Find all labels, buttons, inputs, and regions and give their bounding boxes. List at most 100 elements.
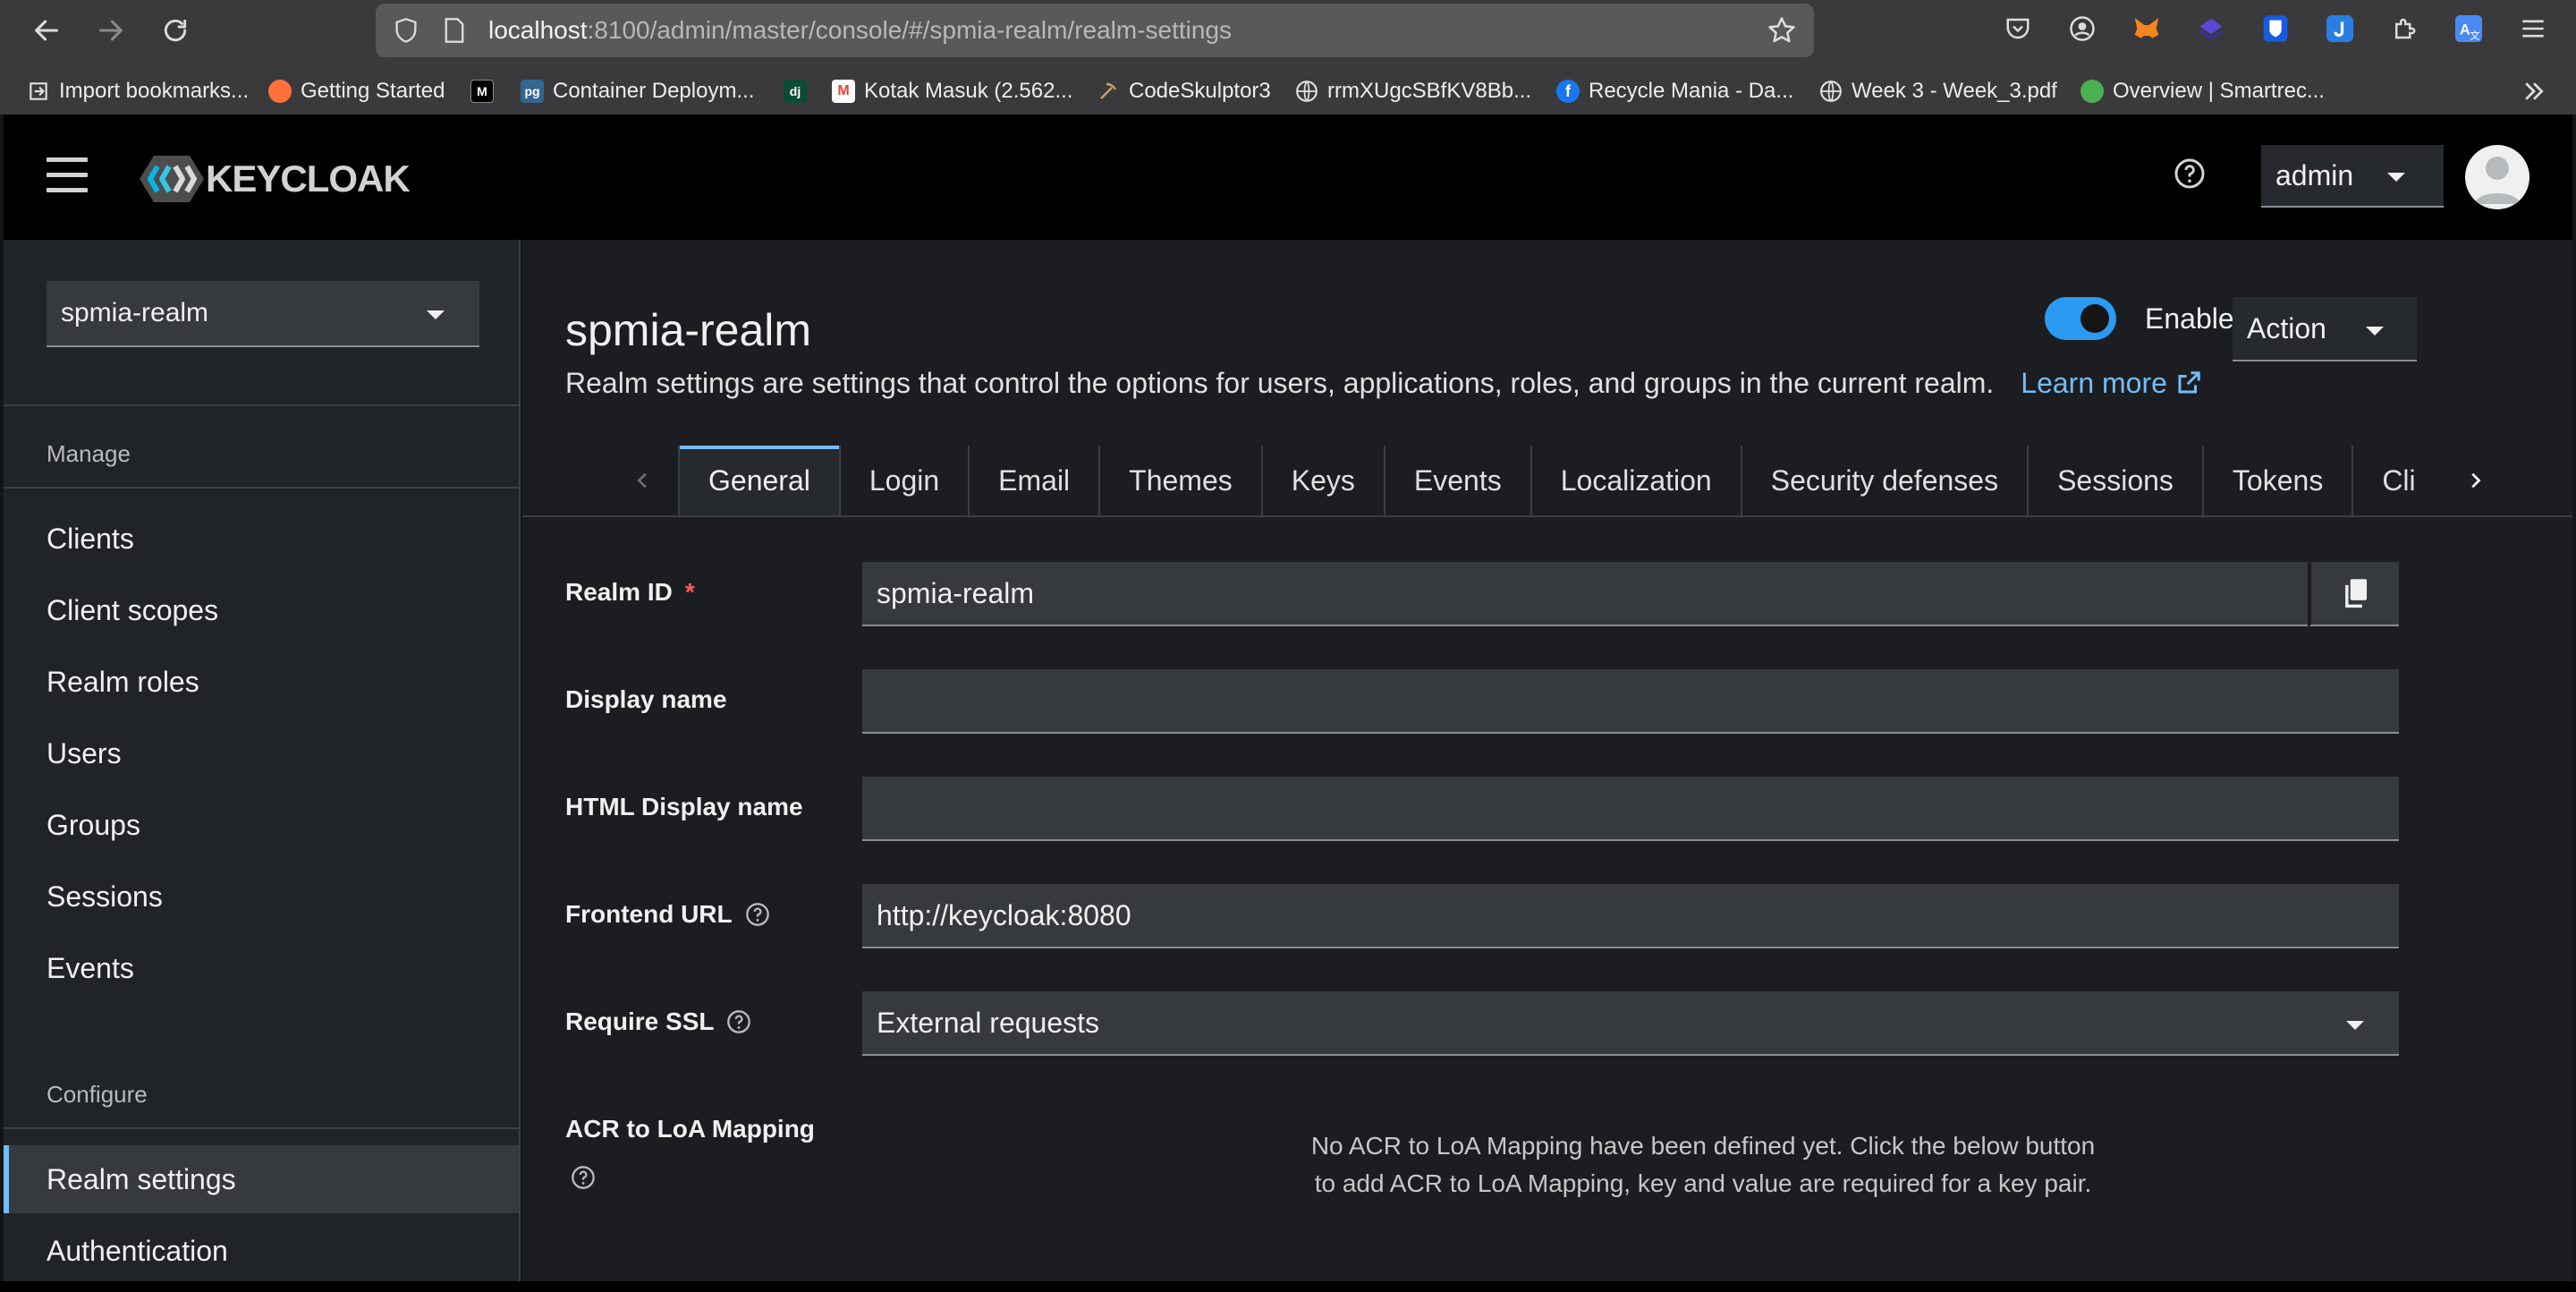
tab-general[interactable]: General bbox=[680, 446, 841, 515]
sidebar: spmia-realm Manage Clients Client scopes… bbox=[4, 240, 521, 1281]
required-marker: * bbox=[684, 578, 695, 606]
more-bookmarks-button[interactable] bbox=[2521, 75, 2547, 107]
scroll-tabs-right-button[interactable] bbox=[2440, 446, 2510, 515]
sidebar-item-client-scopes[interactable]: Client scopes bbox=[4, 576, 519, 644]
sidebar-item-realm-roles[interactable]: Realm roles bbox=[4, 648, 519, 716]
chevron-right-icon bbox=[2471, 472, 2481, 489]
bookmark-star-icon[interactable] bbox=[1766, 14, 1798, 47]
divider bbox=[4, 1127, 519, 1129]
bookmark-item[interactable]: f Recycle Mania - Da... bbox=[1556, 75, 1793, 107]
tabs-bar: General Login Email Themes Keys Events Localiz… bbox=[522, 446, 2572, 517]
globe-icon bbox=[1819, 80, 1843, 103]
arrow-right-icon bbox=[99, 20, 123, 41]
account-icon[interactable] bbox=[2066, 13, 2098, 45]
back-button[interactable] bbox=[25, 9, 68, 52]
bookmark-item[interactable]: dj bbox=[784, 75, 816, 107]
help-circle-icon[interactable] bbox=[745, 902, 770, 927]
sidebar-item-clients[interactable]: Clients bbox=[4, 505, 519, 573]
bookmark-item[interactable]: CodeSkulptor3 bbox=[1097, 75, 1271, 107]
browser-toolbar: localhost:8100/admin/master/console/#/sp… bbox=[0, 0, 2576, 115]
page-icon[interactable] bbox=[438, 14, 470, 47]
sidebar-item-sessions[interactable]: Sessions bbox=[4, 863, 519, 931]
learn-more-link[interactable]: Learn more bbox=[2021, 367, 2202, 399]
tab-security-defenses[interactable]: Security defenses bbox=[1742, 446, 2029, 515]
puzzle-icon[interactable] bbox=[2388, 13, 2420, 45]
bookmark-item[interactable]: Import bookmarks... bbox=[27, 75, 249, 107]
bookmark-item[interactable]: M Kotak Masuk (2.562... bbox=[832, 75, 1072, 107]
reload-button[interactable] bbox=[154, 9, 197, 52]
bookmark-item[interactable]: pg Container Deploym... bbox=[521, 75, 754, 107]
tab-list: General Login Email Themes Keys Events Localiz… bbox=[678, 446, 2415, 517]
nav-toggle-button[interactable] bbox=[47, 157, 88, 195]
layers-extension-icon[interactable] bbox=[2195, 13, 2227, 45]
user-menu-dropdown[interactable]: admin bbox=[2261, 145, 2444, 208]
svg-text:文: 文 bbox=[2470, 29, 2479, 41]
action-dropdown[interactable]: Action bbox=[2233, 297, 2417, 361]
sidebar-item-events[interactable]: Events bbox=[4, 934, 519, 1002]
shield-green-icon bbox=[2080, 80, 2104, 103]
external-link-icon bbox=[2178, 371, 2200, 394]
divider bbox=[4, 487, 519, 489]
pocket-icon[interactable] bbox=[2002, 13, 2034, 45]
translate-icon[interactable]: A文 bbox=[2453, 13, 2485, 45]
realm-selector[interactable]: spmia-realm bbox=[47, 281, 479, 347]
caret-down-icon bbox=[2346, 1021, 2364, 1030]
keycloak-logo-icon bbox=[140, 156, 204, 202]
toggle-knob bbox=[2080, 304, 2109, 333]
address-bar[interactable]: localhost:8100/admin/master/console/#/sp… bbox=[376, 4, 1814, 57]
bookmark-item[interactable]: Overview | Smartrec... bbox=[2080, 75, 2325, 107]
double-chevron-right-icon bbox=[2525, 82, 2544, 100]
help-circle-icon bbox=[2174, 158, 2205, 189]
keycloak-logo[interactable]: KEYCLOAK bbox=[140, 150, 426, 208]
display-name-label: Display name bbox=[565, 685, 727, 713]
html-display-name-label: HTML Display name bbox=[565, 793, 803, 820]
acr-empty-state-message: No ACR to LoA Mapping have been defined … bbox=[1310, 1132, 2096, 1197]
frontend-url-input[interactable]: http://keycloak:8080 bbox=[862, 884, 2399, 948]
html-display-name-input[interactable] bbox=[862, 777, 2399, 841]
tab-tokens[interactable]: Tokens bbox=[2204, 446, 2354, 515]
shield-icon[interactable] bbox=[390, 14, 422, 47]
tab-sessions[interactable]: Sessions bbox=[2029, 446, 2204, 515]
bitwarden-icon[interactable] bbox=[2259, 13, 2292, 45]
tab-themes[interactable]: Themes bbox=[1100, 446, 1263, 515]
realm-id-input[interactable]: spmia-realm bbox=[862, 562, 2308, 626]
tab-localization[interactable]: Localization bbox=[1532, 446, 1742, 515]
globe-icon bbox=[1295, 80, 1318, 103]
require-ssl-label: Require SSL bbox=[565, 1007, 751, 1036]
j-extension-icon[interactable] bbox=[2324, 13, 2356, 45]
bookmark-item[interactable]: rrmXUgcSBfKV8Bb... bbox=[1295, 75, 1531, 107]
bookmark-item[interactable]: Getting Started bbox=[268, 75, 445, 107]
realm-enabled-toggle[interactable] bbox=[2045, 297, 2116, 340]
medium-icon: M bbox=[470, 80, 494, 103]
sidebar-item-groups[interactable]: Groups bbox=[4, 791, 519, 859]
copy-button[interactable] bbox=[2309, 562, 2399, 626]
help-circle-icon[interactable] bbox=[571, 1165, 596, 1190]
require-ssl-select[interactable]: External requests bbox=[862, 991, 2399, 1056]
tab-login[interactable]: Login bbox=[841, 446, 970, 515]
app-menu-icon[interactable] bbox=[2517, 13, 2549, 45]
tab-client-policies[interactable]: Client policies bbox=[2353, 446, 2415, 515]
help-circle-icon[interactable] bbox=[726, 1009, 751, 1034]
svg-text:A: A bbox=[2460, 21, 2470, 38]
scroll-tabs-left-button[interactable] bbox=[608, 446, 678, 515]
caret-down-icon bbox=[427, 310, 445, 319]
sidebar-item-authentication[interactable]: Authentication bbox=[4, 1217, 519, 1281]
metamask-icon[interactable] bbox=[2131, 13, 2163, 45]
sidebar-item-users[interactable]: Users bbox=[4, 719, 519, 787]
page-description: Realm settings are settings that control… bbox=[565, 367, 2202, 400]
frontend-url-label: Frontend URL bbox=[565, 900, 770, 929]
avatar[interactable] bbox=[2465, 145, 2529, 209]
page-title: spmia-realm bbox=[565, 305, 812, 355]
url-text: localhost:8100/admin/master/console/#/sp… bbox=[488, 16, 1233, 44]
main-content: spmia-realm Realm settings are settings … bbox=[522, 240, 2572, 1281]
sidebar-item-realm-settings[interactable]: Realm settings bbox=[4, 1145, 519, 1213]
tab-events[interactable]: Events bbox=[1385, 446, 1532, 515]
tab-keys[interactable]: Keys bbox=[1263, 446, 1385, 515]
help-button[interactable] bbox=[2174, 157, 2213, 197]
display-name-input[interactable] bbox=[862, 669, 2399, 734]
user-name: admin bbox=[2275, 158, 2354, 191]
forward-button[interactable] bbox=[89, 9, 132, 52]
bookmark-item[interactable]: M bbox=[470, 75, 503, 107]
tab-email[interactable]: Email bbox=[970, 446, 1101, 515]
bookmark-item[interactable]: Week 3 - Week_3.pdf bbox=[1819, 75, 2057, 107]
